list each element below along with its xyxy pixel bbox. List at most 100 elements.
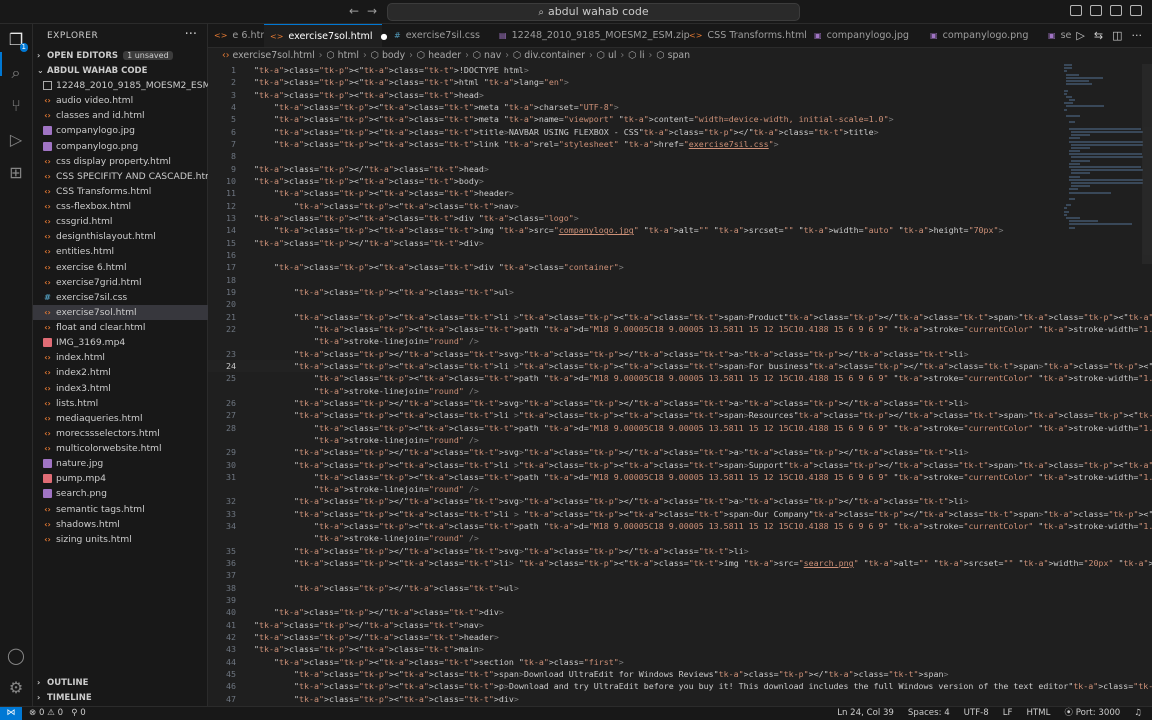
code-line[interactable]: 13 "tk-a">class="tk-p"><"tk-a">class="tk-…	[208, 212, 1058, 224]
language-mode[interactable]: HTML	[1026, 707, 1050, 720]
code-line[interactable]: 26 "tk-a">class="tk-p"></"tk-a">class="t…	[208, 397, 1058, 409]
code-line[interactable]: 34 "tk-a">class="tk-p"><"tk-a">class="tk…	[208, 520, 1152, 532]
code-line[interactable]: 5 "tk-a">class="tk-p"><"tk-a">class="tk-…	[208, 113, 1058, 125]
file-item[interactable]: ‹› audio video.html	[33, 93, 208, 108]
code-line[interactable]: 30 "tk-a">class="tk-p"><"tk-a">class="tk…	[208, 459, 1152, 471]
file-item[interactable]: ‹› entities.html	[33, 244, 208, 259]
code-line[interactable]: 35 "tk-a">class="tk-p"></"tk-a">class="t…	[208, 545, 1058, 557]
editor-tab[interactable]: ▣ companylogo.png	[924, 24, 1036, 47]
run-debug-icon[interactable]: ▷	[6, 130, 26, 150]
code-line[interactable]: 47 "tk-a">class="tk-p"><"tk-a">class="tk…	[208, 693, 1058, 705]
code-line[interactable]: 21 "tk-a">class="tk-p"><"tk-a">class="tk…	[208, 311, 1152, 323]
code-line[interactable]: "tk-a">stroke-linejoin="round" />	[208, 483, 1058, 495]
breadcrumb-item[interactable]: li	[639, 50, 644, 61]
editor-tab[interactable]: <> CSS Transforms.html	[683, 24, 807, 47]
code-line[interactable]: 19 "tk-a">class="tk-p"><"tk-a">class="tk…	[208, 286, 1058, 298]
file-item[interactable]: pump.mp4	[33, 471, 208, 486]
code-line[interactable]: 3 "tk-a">class="tk-p"><"tk-a">class="tk-t…	[208, 89, 1058, 101]
file-item[interactable]: # exercise7sil.css	[33, 290, 208, 305]
code-line[interactable]: 4 "tk-a">class="tk-p"><"tk-a">class="tk-…	[208, 101, 1058, 113]
vertical-scrollbar[interactable]	[1142, 64, 1152, 264]
file-item[interactable]: ‹› exercise7grid.html	[33, 275, 208, 290]
file-item[interactable]: ‹› exercise7sol.html	[33, 304, 208, 320]
code-line[interactable]: 27 "tk-a">class="tk-p"><"tk-a">class="tk…	[208, 409, 1152, 421]
code-line[interactable]: 42 "tk-a">class="tk-p"></"tk-a">class="tk…	[208, 631, 1058, 643]
more-icon[interactable]: ···	[1132, 29, 1143, 42]
more-actions-icon[interactable]: ···	[185, 27, 197, 42]
file-item[interactable]: ‹› css-flexbox.html	[33, 199, 208, 214]
breadcrumb-item[interactable]: nav	[484, 50, 501, 61]
code-line[interactable]: 22 "tk-a">class="tk-p"><"tk-a">class="tk…	[208, 323, 1152, 335]
code-line[interactable]: 17 "tk-a">class="tk-p"><"tk-a">class="tk…	[208, 261, 1058, 273]
file-item[interactable]: ‹› exercise 6.html	[33, 260, 208, 275]
minimap[interactable]	[1064, 64, 1144, 229]
error-icon[interactable]: ⊗	[29, 708, 36, 718]
outline-section[interactable]: › OUTLINE	[33, 675, 208, 691]
toggle-secondary-sidebar-icon[interactable]	[1110, 5, 1122, 16]
command-center-search[interactable]: ⌕ abdul wahab code	[387, 3, 800, 21]
file-item[interactable]: ‹› designthislayout.html	[33, 229, 208, 244]
ports-icon[interactable]: ⚲	[71, 708, 77, 718]
file-item[interactable]: ‹› mediaqueries.html	[33, 411, 208, 426]
code-line[interactable]: 9 "tk-a">class="tk-p"></"tk-a">class="tk-…	[208, 163, 1058, 175]
code-line[interactable]: 43 "tk-a">class="tk-p"><"tk-a">class="tk-…	[208, 643, 1058, 655]
search-view-icon[interactable]: ⌕	[6, 63, 26, 83]
split-editor-icon[interactable]: ◫	[1112, 29, 1122, 42]
code-line[interactable]: 15 "tk-a">class="tk-p"></"tk-a">class="tk…	[208, 237, 1058, 249]
code-line[interactable]: 11 "tk-a">class="tk-p"><"tk-a">class="tk…	[208, 187, 1058, 199]
editor-tab[interactable]: ▣ companylogo.jpg	[808, 24, 918, 47]
file-item[interactable]: ‹› semantic tags.html	[33, 502, 208, 517]
file-item[interactable]: ‹› float and clear.html	[33, 320, 208, 335]
timeline-section[interactable]: › TIMELINE	[33, 690, 208, 706]
code-lines[interactable]: 1 "tk-a">class="tk-p"><"tk-a">class="tk-t…	[208, 64, 1152, 705]
file-item[interactable]: search.png	[33, 486, 208, 501]
file-item[interactable]: IMG_3169.mp4	[33, 335, 208, 350]
code-line[interactable]: 7 "tk-a">class="tk-p"><"tk-a">class="tk-…	[208, 138, 1058, 150]
code-line[interactable]: 1 "tk-a">class="tk-p"><"tk-a">class="tk-t…	[208, 64, 1058, 76]
file-item[interactable]: nature.jpg	[33, 456, 208, 471]
breadcrumb-item[interactable]: html	[338, 50, 359, 61]
file-item[interactable]: ‹› CSS SPECIFITY AND CASCADE.html	[33, 169, 208, 184]
file-item[interactable]: ‹› lists.html	[33, 396, 208, 411]
source-control-icon[interactable]: ⑂	[6, 96, 26, 116]
compare-icon[interactable]: ⇆	[1094, 29, 1103, 42]
code-line[interactable]: 31 "tk-a">class="tk-p"><"tk-a">class="tk…	[208, 471, 1152, 483]
warning-count[interactable]: 0	[58, 708, 63, 718]
editor-tab[interactable]: ▤ 12248_2010_9185_MOESM2_ESM.zip	[493, 24, 690, 47]
encoding[interactable]: UTF-8	[964, 707, 989, 720]
error-count[interactable]: 0	[39, 708, 44, 718]
file-item[interactable]: ‹› cssgrid.html	[33, 214, 208, 229]
file-item[interactable]: ‹› sizing units.html	[33, 532, 208, 547]
warning-icon[interactable]: ⚠	[47, 708, 55, 718]
file-item[interactable]: ‹› morecssselectors.html	[33, 426, 208, 441]
breadcrumb-item[interactable]: header	[428, 50, 461, 61]
code-line[interactable]: 6 "tk-a">class="tk-p"><"tk-a">class="tk-…	[208, 126, 1058, 138]
code-line[interactable]: 32 "tk-a">class="tk-p"></"tk-a">class="t…	[208, 495, 1058, 507]
file-item[interactable]: companylogo.png	[33, 139, 208, 154]
breadcrumb-item[interactable]: body	[382, 50, 405, 61]
code-line[interactable]: 20	[208, 298, 1058, 310]
unsaved-dot-icon[interactable]: ●	[381, 32, 388, 41]
ports-count[interactable]: 0	[80, 708, 85, 718]
toggle-panel-icon[interactable]	[1090, 5, 1102, 16]
code-line[interactable]: 33 "tk-a">class="tk-p"><"tk-a">class="tk…	[208, 508, 1152, 520]
code-line[interactable]: "tk-a">stroke-linejoin="round" />	[208, 335, 1058, 347]
open-editors-section[interactable]: › OPEN EDITORS 1 unsaved	[33, 48, 208, 64]
breadcrumb-item[interactable]: ul	[608, 50, 617, 61]
indentation[interactable]: Spaces: 4	[908, 707, 950, 720]
code-line[interactable]: 25 "tk-a">class="tk-p"><"tk-a">class="tk…	[208, 372, 1152, 384]
editor-tab[interactable]: <> e 6.html	[208, 24, 272, 47]
code-line[interactable]: 40 "tk-a">class="tk-p"></"tk-a">class="t…	[208, 606, 1058, 618]
explorer-icon[interactable]: ❐ 1	[6, 30, 28, 52]
code-line[interactable]: 44 "tk-a">class="tk-p"><"tk-a">class="tk…	[208, 656, 1058, 668]
editor-tab[interactable]: <> exercise7sol.html ●	[264, 24, 388, 47]
code-line[interactable]: 16	[208, 249, 1058, 261]
code-line[interactable]: "tk-a">stroke-linejoin="round" />	[208, 385, 1058, 397]
file-item[interactable]: ‹› shadows.html	[33, 517, 208, 532]
manage-gear-icon[interactable]: ⚙	[6, 678, 26, 698]
code-line[interactable]: 23 "tk-a">class="tk-p"></"tk-a">class="t…	[208, 348, 1058, 360]
code-line[interactable]: 12 "tk-a">class="tk-p"><"tk-a">class="tk…	[208, 200, 1058, 212]
breadcrumb-item[interactable]: exercise7sol.html	[233, 50, 315, 61]
file-item[interactable]: companylogo.jpg	[33, 123, 208, 138]
file-item[interactable]: ‹› CSS Transforms.html	[33, 184, 208, 199]
